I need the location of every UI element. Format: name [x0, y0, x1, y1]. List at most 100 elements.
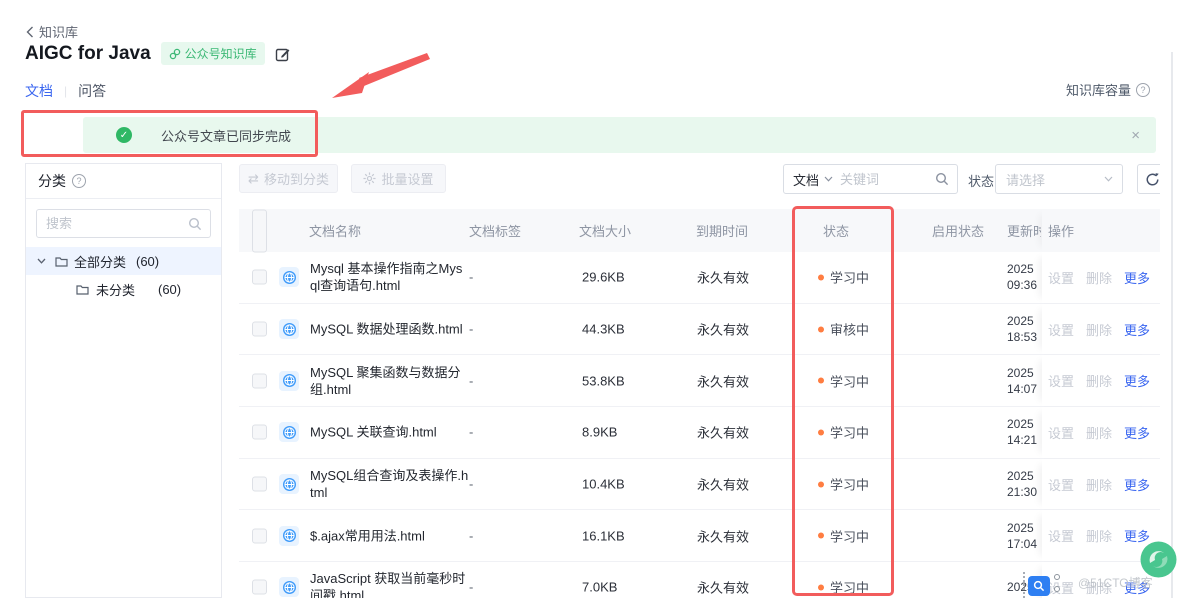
- batch-settings-button[interactable]: 批量设置: [351, 164, 446, 193]
- doc-name-link[interactable]: Mysql 基本操作指南之Mysql查询语句.html: [310, 260, 490, 294]
- breadcrumb-label: 知识库: [39, 22, 78, 41]
- tab-documents[interactable]: 文档: [25, 81, 53, 101]
- settings-action[interactable]: 设置: [1048, 526, 1074, 545]
- keyword-input[interactable]: [840, 172, 931, 187]
- update-date-line: 2025: [1007, 365, 1041, 381]
- status-badge: 学习中: [818, 475, 869, 494]
- settings-action[interactable]: 设置: [1048, 371, 1074, 390]
- doc-name-link[interactable]: MySQL 聚集函数与数据分组.html: [310, 364, 490, 398]
- update-date-line: 2025: [1007, 261, 1041, 277]
- col-doc-size: 文档大小: [579, 209, 631, 252]
- row-checkbox[interactable]: [252, 528, 267, 543]
- tree-label: 未分类: [96, 280, 135, 299]
- col-doc-name: 文档名称: [309, 209, 361, 252]
- status-text: 学习中: [830, 578, 869, 597]
- doc-name-link[interactable]: $.ajax常用用法.html: [310, 527, 490, 544]
- tree-count: (60): [158, 282, 181, 297]
- update-time: 2025 09:36: [1007, 261, 1041, 293]
- doc-size: 8.9KB: [582, 425, 617, 440]
- delete-action[interactable]: 删除: [1086, 320, 1112, 339]
- doc-name-link[interactable]: MySQL组合查询及表操作.html: [310, 467, 490, 501]
- row-checkbox[interactable]: [252, 580, 267, 595]
- row-actions: 设置 删除 更多: [1042, 355, 1160, 406]
- row-actions: 设置 删除 更多: [1042, 252, 1160, 303]
- status-badge: 学习中: [818, 371, 869, 390]
- banner-message: 公众号文章已同步完成: [161, 126, 291, 145]
- update-time-line: 14:07: [1007, 381, 1041, 397]
- update-date-line: 2025: [1007, 468, 1041, 484]
- update-time: 2025 18:53: [1007, 313, 1041, 345]
- more-action[interactable]: 更多: [1124, 423, 1150, 442]
- tree-item-all-categories[interactable]: 全部分类 (60): [26, 247, 221, 275]
- selection-dashed-line: [1023, 572, 1025, 598]
- status-filter-label: 状态: [968, 171, 994, 190]
- doc-expiry: 永久有效: [697, 578, 749, 597]
- doc-tag: -: [469, 270, 473, 285]
- more-action[interactable]: 更多: [1124, 320, 1150, 339]
- select-all-checkbox[interactable]: [252, 209, 267, 252]
- update-time-line: 17:04: [1007, 536, 1041, 552]
- row-checkbox[interactable]: [252, 425, 267, 440]
- more-action[interactable]: 更多: [1124, 371, 1150, 390]
- doc-type-select[interactable]: 文档: [784, 170, 840, 189]
- keyword-search-button[interactable]: [931, 172, 957, 186]
- kb-capacity[interactable]: 知识库容量 ?: [1066, 80, 1150, 99]
- close-icon[interactable]: ×: [1131, 127, 1140, 144]
- delete-action[interactable]: 删除: [1086, 423, 1112, 442]
- annotation-arrow: [326, 48, 434, 102]
- more-action[interactable]: 更多: [1124, 475, 1150, 494]
- doc-tag: -: [469, 373, 473, 388]
- status-filter-select[interactable]: 请选择: [995, 164, 1123, 194]
- doc-name-link[interactable]: MySQL 关联查询.html: [310, 424, 490, 441]
- doc-name-link[interactable]: MySQL 数据处理函数.html: [310, 321, 490, 338]
- settings-action[interactable]: 设置: [1048, 268, 1074, 287]
- row-checkbox[interactable]: [252, 322, 267, 337]
- settings-action[interactable]: 设置: [1048, 475, 1074, 494]
- document-panel: ⇄ 移动到分类 批量设置 文档: [239, 163, 1160, 598]
- kb-badge-label: 公众号知识库: [185, 45, 257, 62]
- delete-action[interactable]: 删除: [1086, 475, 1112, 494]
- page-title: AIGC for Java: [25, 43, 151, 65]
- category-help-icon[interactable]: ?: [72, 174, 86, 188]
- kb-capacity-label: 知识库容量: [1066, 80, 1131, 99]
- col-updated: 更新时间: [1007, 209, 1041, 252]
- row-checkbox[interactable]: [252, 270, 267, 285]
- col-doc-tag: 文档标签: [469, 209, 521, 252]
- sync-success-banner: ✓ 公众号文章已同步完成 ×: [83, 117, 1156, 153]
- breadcrumb-back[interactable]: 知识库: [26, 22, 78, 41]
- doc-name-link[interactable]: JavaScript 获取当前毫秒时间戳.html: [310, 570, 490, 598]
- delete-action[interactable]: 删除: [1086, 371, 1112, 390]
- move-to-category-button[interactable]: ⇄ 移动到分类: [239, 164, 338, 193]
- kb-type-badge: 公众号知识库: [161, 42, 265, 65]
- status-badge: 学习中: [818, 268, 869, 287]
- tree-item-uncategorized[interactable]: 未分类 (60): [26, 275, 221, 303]
- status-dot-icon: [818, 378, 824, 384]
- search-icon: [935, 172, 949, 186]
- tree-count: (60): [136, 254, 159, 269]
- table-row: JavaScript 获取当前毫秒时间戳.html - 7.0KB 永久有效 学…: [239, 562, 1160, 598]
- search-icon: [188, 217, 202, 231]
- more-action[interactable]: 更多: [1124, 268, 1150, 287]
- doc-tag: -: [469, 322, 473, 337]
- update-date-line: 2025: [1007, 416, 1041, 432]
- row-checkbox[interactable]: [252, 373, 267, 388]
- settings-action[interactable]: 设置: [1048, 423, 1074, 442]
- refresh-button[interactable]: [1137, 164, 1160, 194]
- settings-action[interactable]: 设置: [1048, 578, 1074, 597]
- doc-expiry: 永久有效: [697, 371, 749, 390]
- update-time-line: 09:36: [1007, 277, 1041, 293]
- 51cto-logo: [1140, 541, 1177, 578]
- delete-action[interactable]: 删除: [1086, 526, 1112, 545]
- row-checkbox[interactable]: [252, 477, 267, 492]
- tab-qa[interactable]: 问答: [78, 81, 106, 101]
- status-badge: 学习中: [818, 423, 869, 442]
- update-time: 2025 21:30: [1007, 468, 1041, 500]
- category-search-input[interactable]: [37, 210, 210, 237]
- delete-action[interactable]: 删除: [1086, 268, 1112, 287]
- settings-action[interactable]: 设置: [1048, 320, 1074, 339]
- status-text: 学习中: [830, 423, 869, 442]
- edit-icon[interactable]: [275, 46, 291, 62]
- caret-down-icon: [37, 258, 46, 264]
- scrollbar[interactable]: [1171, 52, 1173, 598]
- doc-size: 7.0KB: [582, 580, 617, 595]
